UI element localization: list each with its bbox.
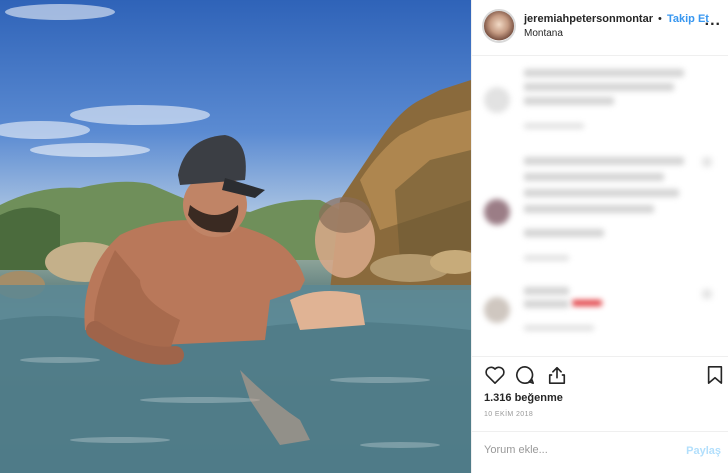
post-date[interactable]: 10 EKİM 2018: [484, 411, 533, 418]
comment-text: [524, 69, 684, 77]
location-link[interactable]: Montana: [524, 28, 563, 39]
clouds: [0, 4, 210, 157]
heart-icon[interactable]: [484, 365, 506, 385]
comment-text: [524, 229, 604, 237]
comment-text: [524, 97, 614, 105]
comment-meta: [524, 255, 569, 261]
comment-text: [524, 205, 654, 213]
comment-bubble-icon[interactable]: [514, 365, 536, 385]
follow-button[interactable]: Takip Et: [667, 13, 709, 25]
comment-text: [524, 287, 569, 295]
comment-input[interactable]: [484, 444, 664, 456]
post-comment-button[interactable]: Paylaş: [686, 445, 721, 457]
avatar[interactable]: [482, 9, 516, 43]
comment-text: [524, 157, 684, 165]
bookmark-icon[interactable]: [706, 365, 724, 385]
comment-text: [524, 83, 674, 91]
more-options-icon[interactable]: ...: [705, 12, 721, 30]
comment-form: Paylaş: [472, 431, 728, 473]
comments-list: [472, 57, 728, 347]
comment-like-icon: [702, 157, 712, 167]
comment-text: [524, 189, 679, 197]
comment-like-icon: [702, 289, 712, 299]
comment-meta: [524, 123, 584, 129]
comment-text: [524, 173, 664, 181]
username-link[interactable]: jeremiahpetersonmontar: [524, 13, 653, 25]
post-photo[interactable]: [0, 0, 471, 473]
comment-avatar: [484, 297, 510, 323]
action-bar: [472, 356, 728, 392]
separator: •: [658, 13, 662, 25]
post-side-panel: jeremiahpetersonmontar • Takip Et Montan…: [471, 0, 728, 473]
post-header: jeremiahpetersonmontar • Takip Et Montan…: [472, 0, 728, 56]
comment-meta: [524, 325, 594, 331]
comment-avatar: [484, 87, 510, 113]
likes-count[interactable]: 1.316 beğenme: [484, 392, 563, 404]
comment-avatar: [484, 199, 510, 225]
user-line: jeremiahpetersonmontar • Takip Et: [524, 13, 709, 25]
comment-text: [572, 300, 602, 306]
share-icon[interactable]: [546, 365, 568, 385]
photo-scene: [0, 4, 471, 473]
comment-text: [524, 300, 569, 308]
